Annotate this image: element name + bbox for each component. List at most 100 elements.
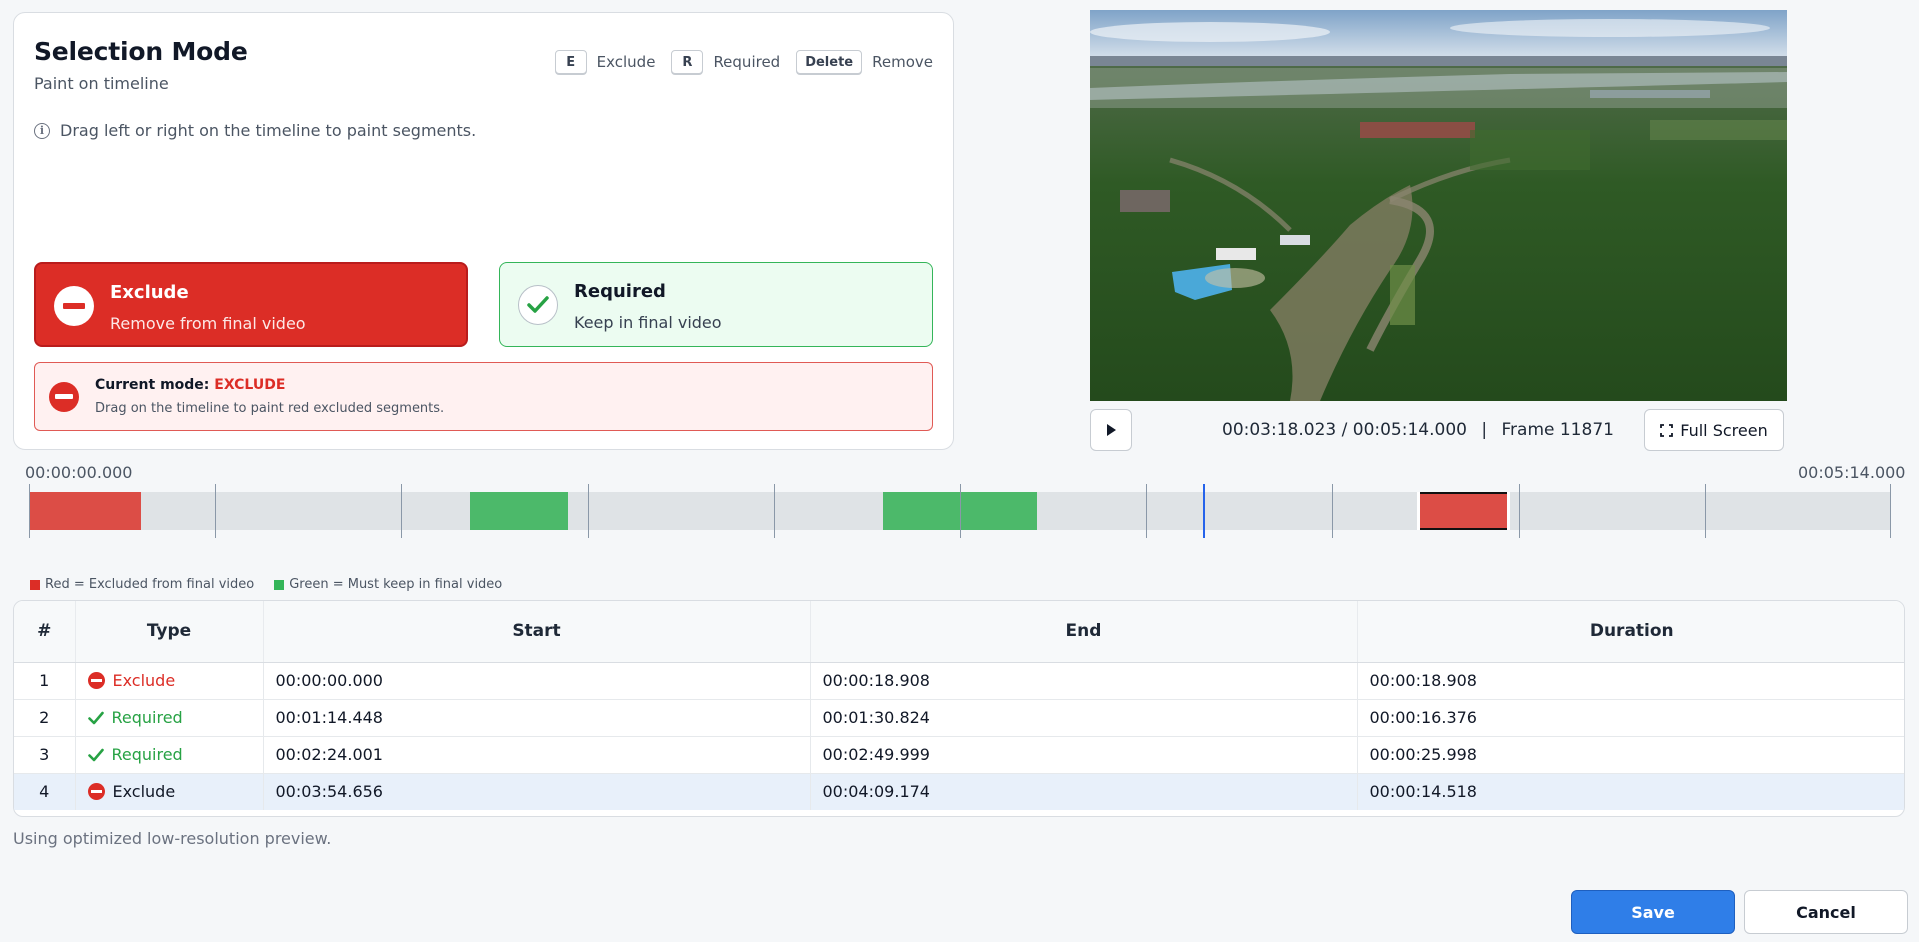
current-time: 00:03:18.023 [1222,420,1337,440]
timeline-legend: Red = Excluded from final video Green = … [30,577,522,592]
row-start: 00:00:00.000 [263,662,811,700]
table-row[interactable]: 1 Exclude 00:00:00.000 00:00:18.908 00:0… [14,662,1904,700]
exclude-segment[interactable] [29,492,142,530]
row-type: Required [75,736,264,774]
row-start: 00:02:24.001 [263,736,811,774]
type-label: Required [111,745,183,764]
table-row[interactable]: 3 Required 00:02:24.001 00:02:49.999 00:… [14,736,1904,774]
current-mode-prefix: Current mode: [95,377,210,393]
preview-footnote: Using optimized low-resolution preview. [13,829,332,848]
play-button[interactable] [1090,409,1132,451]
shortcut-key-delete: Delete [796,50,863,74]
timeline-track[interactable] [29,484,1891,538]
shortcut-label-exclude: Exclude [596,53,656,71]
shortcut-label-required: Required [713,53,781,71]
minus-circle-icon [87,783,105,801]
row-number: 1 [14,662,76,700]
timeline-playhead[interactable] [1203,484,1206,538]
type-label: Required [111,708,183,727]
legend-required-label: Green = Must keep in final video [289,577,503,592]
row-start: 00:03:54.656 [263,773,811,810]
row-type: Exclude [75,662,264,700]
panel-subtitle: Paint on timeline [34,74,169,93]
selection-mode-panel: Selection Mode Paint on timeline E Exclu… [13,12,954,450]
checkmark-icon [87,748,104,761]
timeline-tick [215,484,217,538]
video-preview[interactable] [1090,10,1787,401]
column-header-duration: Duration [1357,601,1904,663]
row-number: 2 [14,699,76,737]
timeline-tick [1518,484,1520,538]
minus-circle-icon [49,382,79,412]
required-mode-button[interactable]: Required Keep in final video [499,262,933,347]
timeline-tick [1704,484,1706,538]
exclude-mode-description: Remove from final video [110,314,306,333]
required-mode-description: Keep in final video [574,313,722,332]
column-header-start: Start [263,601,811,663]
info-icon: i [34,122,50,139]
column-header-number: # [14,601,76,663]
keyboard-shortcuts: E Exclude R Required Delete Remove [554,50,933,74]
current-mode-value: EXCLUDE [214,377,286,393]
table-row-selected[interactable]: 4 Exclude 00:03:54.656 00:04:09.174 00:0… [14,773,1904,810]
exclude-mode-title: Exclude [110,282,189,303]
timeline-tick [773,484,775,538]
row-end: 00:01:30.824 [810,699,1358,737]
panel-title: Selection Mode [34,37,248,66]
column-header-end: End [810,601,1358,663]
required-mode-title: Required [574,281,666,302]
type-label: Exclude [112,782,176,802]
aerial-video-frame [1090,10,1787,401]
time-readout: 00:03:18.023 / 00:05:14.000 | Frame 1187… [1222,420,1614,440]
exclude-segment[interactable] [1420,492,1507,530]
type-label: Exclude [112,671,176,690]
timeline-end-time: 00:05:14.000 [1798,463,1906,482]
required-segment[interactable] [470,492,568,530]
time-separator: / [1341,420,1348,440]
table-header-row: # Type Start End Duration [14,601,1904,663]
row-duration: 00:00:18.908 [1357,662,1904,700]
shortcut-label-remove: Remove [872,53,933,71]
row-end: 00:04:09.174 [810,773,1358,810]
red-swatch [30,579,40,590]
row-duration: 00:00:25.998 [1357,736,1904,774]
full-screen-button[interactable]: Full Screen [1644,409,1784,451]
checkmark-icon [87,711,104,724]
table-row[interactable]: 2 Required 00:01:14.448 00:01:30.824 00:… [14,699,1904,737]
exclude-mode-button[interactable]: Exclude Remove from final video [34,262,468,347]
timeline-tick [960,484,961,538]
current-mode-label: Current mode: EXCLUDE [95,377,285,393]
minus-circle-icon [87,672,105,689]
frame-number: Frame 11871 [1501,420,1614,440]
legend-required: Green = Must keep in final video [274,577,502,592]
legend-excluded: Red = Excluded from final video [30,577,254,592]
timeline-tick [29,484,30,538]
row-end: 00:02:49.999 [810,736,1358,774]
current-mode-description: Drag on the timeline to paint red exclud… [95,401,445,416]
play-icon [1107,424,1116,436]
full-screen-label: Full Screen [1680,420,1768,440]
shortcut-key-exclude: E [554,50,587,74]
expand-icon [1660,423,1674,437]
frame-separator: | [1481,420,1488,440]
timeline-tick [1890,484,1891,538]
timeline-start-time: 00:00:00.000 [25,463,133,482]
cancel-button[interactable]: Cancel [1744,890,1908,934]
save-button[interactable]: Save [1571,890,1735,934]
row-duration: 00:00:14.518 [1369,782,1477,802]
check-circle-icon [518,285,558,325]
row-number: 3 [14,736,76,774]
row-number: 4 [14,773,76,810]
timeline-tick [587,484,589,538]
row-type: Exclude [75,773,264,810]
total-time: 00:05:14.000 [1352,420,1467,440]
timeline-tick [401,484,403,538]
segments-table: # Type Start End Duration 1 Exclude 00:0… [13,600,1905,817]
timeline-hint: i Drag left or right on the timeline to … [34,121,476,140]
row-duration: 00:00:16.376 [1357,699,1904,737]
hint-text: Drag left or right on the timeline to pa… [60,121,477,140]
current-mode-banner: Current mode: EXCLUDE Drag on the timeli… [34,362,933,431]
column-header-type: Type [75,601,264,663]
shortcut-key-required: R [671,50,704,74]
legend-excluded-label: Red = Excluded from final video [45,577,255,592]
